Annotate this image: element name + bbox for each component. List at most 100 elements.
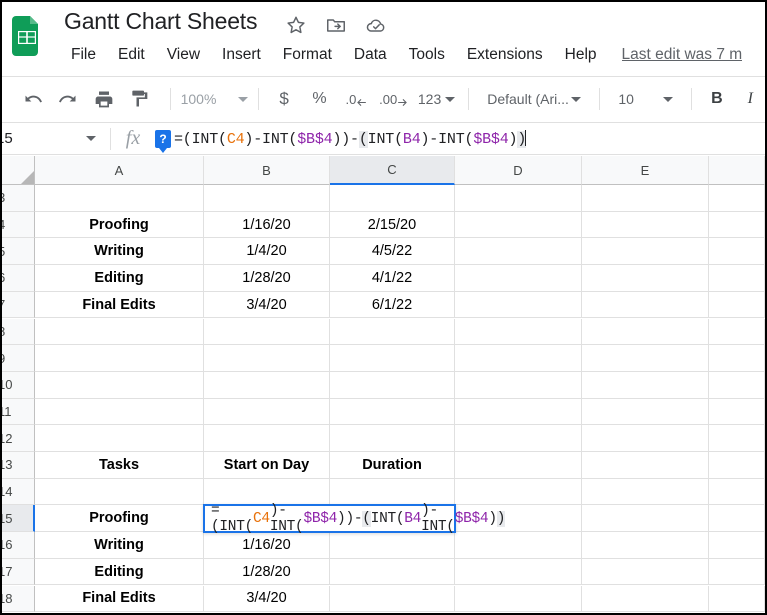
grid-cell[interactable] xyxy=(582,211,709,239)
grid-cell[interactable] xyxy=(582,238,709,266)
row-header-13[interactable]: 13 xyxy=(2,452,35,479)
grid-cell[interactable] xyxy=(709,238,765,266)
grid-cell[interactable] xyxy=(455,291,582,319)
row-header-5[interactable]: 5 xyxy=(2,238,35,266)
grid-cell[interactable] xyxy=(204,185,330,212)
grid-cell[interactable] xyxy=(330,318,455,346)
grid-cell[interactable] xyxy=(709,185,765,212)
row-header-9[interactable]: 9 xyxy=(2,345,35,372)
zoom-selector[interactable]: 100% xyxy=(181,91,249,107)
grid-cell[interactable] xyxy=(330,185,455,212)
grid-cell[interactable] xyxy=(35,371,204,399)
last-edit-status[interactable]: Last edit was 7 m xyxy=(622,46,743,64)
grid-cell[interactable] xyxy=(709,478,765,506)
grid-cell-B6[interactable]: 1/28/20 xyxy=(204,265,330,292)
grid-cell[interactable] xyxy=(330,425,455,452)
italic-button[interactable]: I xyxy=(736,84,765,114)
undo-icon[interactable] xyxy=(18,84,47,114)
menu-data[interactable]: Data xyxy=(343,44,398,66)
grid-cell-A13[interactable]: Tasks xyxy=(35,452,204,479)
menu-insert[interactable]: Insert xyxy=(211,44,272,66)
grid-cell[interactable] xyxy=(455,318,582,346)
grid-cell[interactable] xyxy=(582,558,709,586)
grid-cell[interactable] xyxy=(35,185,204,212)
column-header-d[interactable]: D xyxy=(455,156,582,185)
name-box[interactable]: 15 xyxy=(2,123,110,154)
grid-cell-B5[interactable]: 1/4/20 xyxy=(204,238,330,266)
grid-cell[interactable] xyxy=(455,371,582,399)
menu-tools[interactable]: Tools xyxy=(398,44,456,66)
grid-cell[interactable] xyxy=(582,532,709,559)
row-header-3[interactable]: 3 xyxy=(2,185,35,212)
grid-cell[interactable] xyxy=(709,585,765,613)
grid-cell-A16[interactable]: Writing xyxy=(35,532,204,559)
grid-cell[interactable] xyxy=(455,211,582,239)
font-size-selector[interactable]: 10 xyxy=(610,84,681,114)
select-all-corner[interactable] xyxy=(2,156,35,185)
grid-cell[interactable] xyxy=(582,371,709,399)
print-icon[interactable] xyxy=(89,84,118,114)
grid-cell-A7[interactable]: Final Edits xyxy=(35,291,204,319)
star-icon[interactable] xyxy=(285,14,307,36)
document-title[interactable]: Gantt Chart Sheets xyxy=(64,8,257,35)
grid-cell-C6[interactable]: 4/1/22 xyxy=(330,265,455,292)
percent-format-button[interactable]: % xyxy=(305,84,334,114)
grid-cell[interactable] xyxy=(35,478,204,506)
grid-cell-C13[interactable]: Duration xyxy=(330,452,455,479)
row-header-14[interactable]: 14 xyxy=(2,478,35,506)
grid-cell[interactable] xyxy=(582,452,709,479)
grid-cell[interactable] xyxy=(455,238,582,266)
grid-cell[interactable] xyxy=(709,532,765,559)
grid-cell[interactable] xyxy=(455,452,582,479)
column-header-a[interactable]: A xyxy=(35,156,204,185)
grid-cell[interactable] xyxy=(709,265,765,292)
row-header-8[interactable]: 8 xyxy=(2,318,35,346)
formula-input[interactable]: =(INT(C4)-INT($B$4))-(INT(B4)-INT($B$4)) xyxy=(174,129,526,148)
row-header-18[interactable]: 18 xyxy=(2,585,35,613)
grid-cell[interactable] xyxy=(582,185,709,212)
grid-cell[interactable] xyxy=(330,585,455,613)
move-to-folder-icon[interactable] xyxy=(325,14,347,36)
grid-cell[interactable] xyxy=(455,265,582,292)
grid-cell-C5[interactable]: 4/5/22 xyxy=(330,238,455,266)
menu-extensions[interactable]: Extensions xyxy=(456,44,554,66)
grid-cell[interactable] xyxy=(330,558,455,586)
formula-help-badge-icon[interactable]: ? xyxy=(155,129,171,153)
grid-cell[interactable] xyxy=(709,318,765,346)
grid-cell-A17[interactable]: Editing xyxy=(35,558,204,586)
grid-cell-B13[interactable]: Start on Day xyxy=(204,452,330,479)
menu-help[interactable]: Help xyxy=(554,44,608,66)
redo-icon[interactable] xyxy=(53,84,82,114)
grid-cell[interactable] xyxy=(709,398,765,426)
column-header-c[interactable]: C xyxy=(330,156,455,185)
grid-cell[interactable] xyxy=(455,558,582,586)
grid-cell[interactable] xyxy=(709,452,765,479)
grid-cell[interactable] xyxy=(582,585,709,613)
grid-cell[interactable] xyxy=(455,345,582,372)
grid-cell[interactable] xyxy=(455,398,582,426)
grid-cell-B18[interactable]: 3/4/20 xyxy=(204,585,330,613)
grid-cell[interactable] xyxy=(582,318,709,346)
grid-cell[interactable] xyxy=(330,345,455,372)
grid-cell-B16[interactable]: 1/16/20 xyxy=(204,532,330,559)
grid-cell[interactable] xyxy=(204,398,330,426)
decrease-decimal-button[interactable]: .0 xyxy=(340,84,373,114)
grid-cell-A18[interactable]: Final Edits xyxy=(35,585,204,613)
menu-edit[interactable]: Edit xyxy=(107,44,156,66)
grid-cell[interactable] xyxy=(582,345,709,372)
row-header-15[interactable]: 15 xyxy=(2,505,35,533)
grid-cell[interactable] xyxy=(455,425,582,452)
column-header-b[interactable]: B xyxy=(204,156,330,185)
cloud-saved-icon[interactable] xyxy=(365,14,387,36)
grid-cell[interactable] xyxy=(455,585,582,613)
spreadsheet-grid[interactable]: ABCDE3456789101112131415161718Proofing1/… xyxy=(2,156,765,613)
grid-cell-B7[interactable]: 3/4/20 xyxy=(204,291,330,319)
grid-cell-C4[interactable]: 2/15/20 xyxy=(330,211,455,239)
cell-formula-editor[interactable]: =(INT(C4)-INT($B$4))-(INT(B4)-INT($B$4)) xyxy=(203,503,505,535)
grid-cell[interactable] xyxy=(35,318,204,346)
row-header-12[interactable]: 12 xyxy=(2,425,35,452)
grid-cell[interactable] xyxy=(204,478,330,506)
grid-cell-A5[interactable]: Writing xyxy=(35,238,204,266)
grid-cell[interactable] xyxy=(582,478,709,506)
bold-button[interactable]: B xyxy=(702,84,731,114)
